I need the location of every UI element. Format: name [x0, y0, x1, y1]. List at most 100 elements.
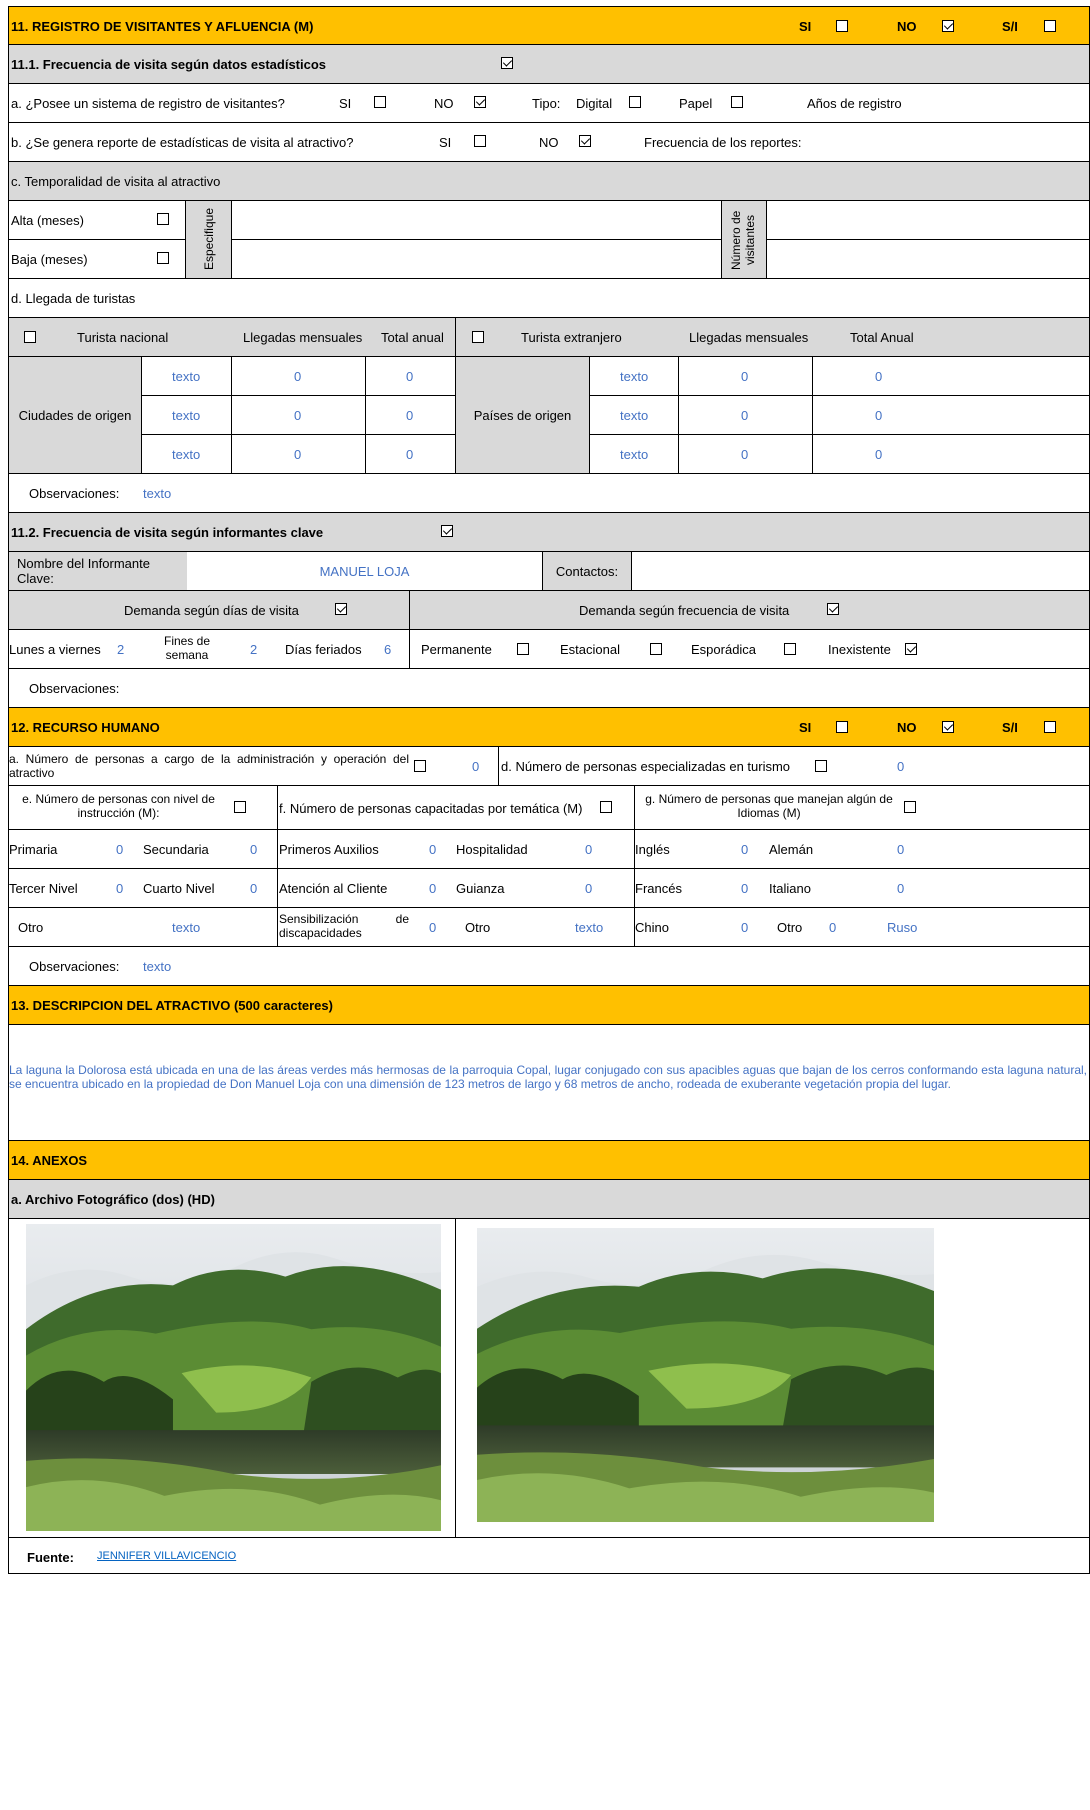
frances-value: 0: [741, 881, 749, 896]
ciudad-2-mensual: 0: [294, 408, 302, 423]
paises-label: Países de origen: [473, 407, 572, 423]
a-no-checkbox[interactable]: [474, 96, 486, 108]
form-page: 11. REGISTRO DE VISITANTES Y AFLUENCIA (…: [0, 0, 1090, 1810]
s12-no-label: NO: [897, 720, 917, 735]
temporalidad-table: Alta (meses) Baja (meses) Especifique Nú…: [8, 201, 1090, 279]
capacitadas-label: f. Número de personas capacitadas por te…: [279, 801, 583, 816]
b-si-checkbox[interactable]: [474, 135, 486, 147]
pais-1-anual: 0: [875, 369, 883, 384]
baja-label: Baja (meses): [11, 252, 88, 267]
paises-cell: Países de origen: [455, 357, 589, 473]
secundaria-label: Secundaria: [143, 842, 209, 857]
nombre-informante-label: Nombre del Informante Clave:: [17, 556, 150, 586]
section-13-header: 13. DESCRIPCION DEL ATRACTIVO (500 carac…: [8, 986, 1090, 1025]
a-si-checkbox[interactable]: [374, 96, 386, 108]
no-checkbox[interactable]: [942, 20, 954, 32]
num-visitantes-label: Número de visitantes: [729, 209, 757, 270]
a-no-label: NO: [434, 96, 454, 111]
contactos-label: Contactos:: [555, 563, 619, 579]
question-c: c. Temporalidad de visita al atractivo: [11, 174, 221, 189]
capacitadas-checkbox[interactable]: [600, 801, 612, 813]
personas-row: a. Número de personas a cargo de la admi…: [8, 747, 1090, 786]
pais-3-anual: 0: [875, 447, 883, 462]
otro2-value: texto: [575, 920, 604, 935]
turista-extranjero-checkbox[interactable]: [472, 331, 484, 343]
si-checkbox[interactable]: [836, 20, 848, 32]
observaciones-2: Observaciones:: [8, 669, 1090, 708]
turista-nacional-checkbox[interactable]: [24, 331, 36, 343]
si-label: SI: [799, 19, 812, 34]
ruso-value: Ruso: [887, 920, 918, 935]
digital-label: Digital: [576, 96, 613, 111]
tipo-label: Tipo:: [532, 96, 561, 111]
s12-sn-label: S/I: [1002, 720, 1018, 735]
llegadas-mensuales-ext-label: Llegadas mensuales: [689, 330, 809, 345]
frecuencia-reportes-label: Frecuencia de los reportes:: [644, 135, 802, 150]
personas-admin-checkbox[interactable]: [414, 760, 426, 772]
s12-sn-checkbox[interactable]: [1044, 721, 1056, 733]
question-d: d. Llegada de turistas: [11, 291, 136, 306]
inexistente-checkbox[interactable]: [905, 643, 917, 655]
subsection-11-1: 11.1. Frecuencia de visita según datos e…: [8, 45, 1090, 84]
pais-3-mensual: 0: [741, 447, 749, 462]
subsection-11-2-checkbox[interactable]: [441, 525, 453, 537]
observaciones-value: texto: [143, 486, 172, 501]
personas-turismo-checkbox[interactable]: [815, 760, 827, 772]
atencion-value: 0: [429, 881, 437, 896]
descripcion-row: La laguna la Dolorosa está ubicada en un…: [8, 1025, 1090, 1141]
baja-checkbox[interactable]: [157, 252, 169, 264]
especifique-input[interactable]: [231, 201, 721, 278]
cuarto-value: 0: [250, 881, 258, 896]
nombre-informante-value-cell[interactable]: MANUEL LOJA: [187, 552, 542, 590]
pais-2-anual: 0: [875, 408, 883, 423]
question-b: b. ¿Se genera reporte de estadísticas de…: [11, 135, 354, 150]
fuente-link[interactable]: JENNIFER VILLAVICENCIO: [97, 1550, 236, 1562]
photos-row: [8, 1219, 1090, 1538]
esporadica-checkbox[interactable]: [784, 643, 796, 655]
ciudad-1-mensual: 0: [294, 369, 302, 384]
papel-checkbox[interactable]: [731, 96, 743, 108]
b-no-label: NO: [539, 135, 559, 150]
estacional-checkbox[interactable]: [650, 643, 662, 655]
section-12-header: 12. RECURSO HUMANO SI NO S/I: [8, 708, 1090, 747]
num-visitantes-cell: Número de visitantes: [721, 201, 767, 278]
total-anual-label: Total anual: [381, 330, 444, 345]
question-a: a. ¿Posee un sistema de registro de visi…: [11, 96, 285, 111]
section-11-header: 11. REGISTRO DE VISITANTES Y AFLUENCIA (…: [8, 6, 1090, 45]
permanente-checkbox[interactable]: [517, 643, 529, 655]
s12-si-checkbox[interactable]: [836, 721, 848, 733]
ciudad-3-anual: 0: [406, 447, 414, 462]
digital-checkbox[interactable]: [629, 96, 641, 108]
instruccion-checkbox[interactable]: [234, 801, 246, 813]
ciudad-3-mensual: 0: [294, 447, 302, 462]
primaria-value: 0: [116, 842, 124, 857]
pais-2: texto: [620, 408, 649, 423]
informante-row: Nombre del Informante Clave: MANUEL LOJA…: [8, 552, 1090, 591]
personas-turismo-value: 0: [897, 759, 905, 774]
alta-checkbox[interactable]: [157, 213, 169, 225]
rh-row-1: Primaria 0 Secundaria 0 Primeros Auxilio…: [8, 830, 1090, 869]
demanda-frecuencia-checkbox[interactable]: [827, 603, 839, 615]
photo-1: [26, 1224, 441, 1531]
b-si-label: SI: [439, 135, 452, 150]
chino-label: Chino: [635, 920, 669, 935]
row-reporte: b. ¿Se genera reporte de estadísticas de…: [8, 123, 1090, 162]
especifique-cell: Especifique: [185, 201, 231, 278]
observaciones-label: Observaciones:: [29, 486, 120, 501]
idiomas-checkbox[interactable]: [904, 801, 916, 813]
a-si-label: SI: [339, 96, 352, 111]
secundaria-value: 0: [250, 842, 258, 857]
sn-checkbox[interactable]: [1044, 20, 1056, 32]
tercer-value: 0: [116, 881, 124, 896]
section-13-title: 13. DESCRIPCION DEL ATRACTIVO (500 carac…: [11, 998, 333, 1013]
personas-turismo-label: d. Número de personas especializadas en …: [501, 759, 791, 774]
fines-label: Fines de semana: [163, 634, 211, 662]
subsection-11-1-title: 11.1. Frecuencia de visita según datos e…: [11, 57, 327, 72]
frances-label: Francés: [635, 881, 682, 896]
s12-no-checkbox[interactable]: [942, 721, 954, 733]
observaciones-1: Observaciones: texto: [8, 474, 1090, 513]
b-no-checkbox[interactable]: [579, 135, 591, 147]
demanda-dias-checkbox[interactable]: [335, 603, 347, 615]
subsection-11-1-checkbox[interactable]: [501, 57, 513, 69]
idiomas-label: g. Número de personas que manejan algún …: [645, 792, 893, 820]
